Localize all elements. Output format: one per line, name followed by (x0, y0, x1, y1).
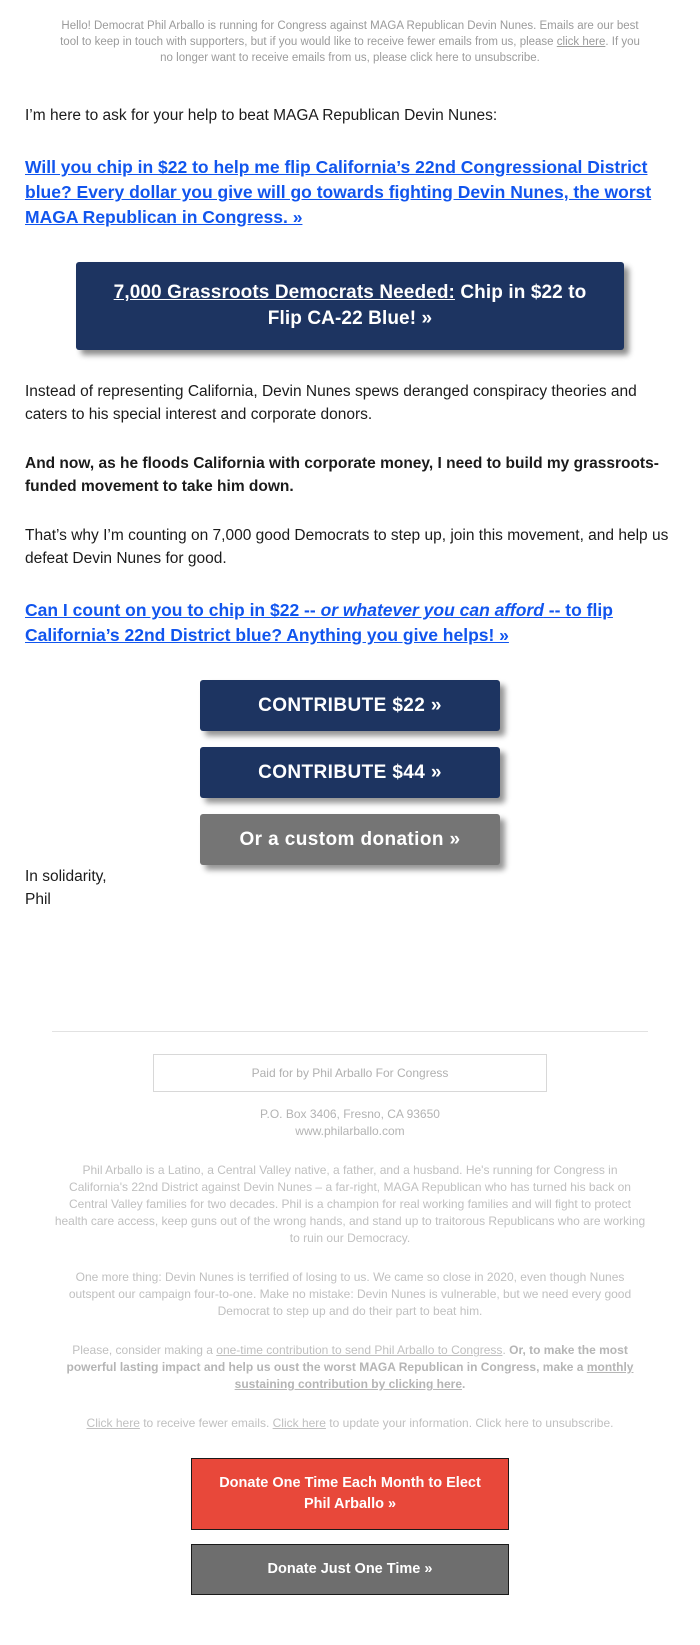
count-on-you-link[interactable]: Can I count on you to chip in $22 -- or … (25, 598, 675, 648)
custom-donation-button[interactable]: Or a custom donation » (200, 814, 500, 865)
update-information-link[interactable]: Click here (273, 1416, 326, 1430)
preference-links-paragraph: Click here to receive fewer emails. Clic… (52, 1415, 648, 1432)
contribute-22-button[interactable]: CONTRIBUTE $22 » (200, 680, 500, 731)
one-time-contribution-link[interactable]: one-time contribution to send Phil Arbal… (216, 1343, 502, 1357)
footer-divider (52, 1031, 648, 1032)
count-on-you-link-italic: or whatever you can afford (320, 600, 544, 620)
count-on-you-link-part-1: Can I count on you to chip in $22 -- (25, 600, 321, 620)
email-footer: Paid for by Phil Arballo For Congress P.… (0, 1054, 700, 1621)
fewer-emails-link[interactable]: Click here (87, 1416, 140, 1430)
one-more-thing-paragraph: One more thing: Devin Nunes is terrified… (68, 1270, 632, 1318)
intro-paragraph: I’m here to ask for your help to beat MA… (25, 107, 498, 124)
preheader-click-here-link[interactable]: click here (557, 36, 606, 48)
street-address: P.O. Box 3406, Fresno, CA 93650 (260, 1107, 440, 1121)
cta-underlined-text: 7,000 Grassroots Democrats Needed: (113, 282, 455, 303)
contribution-ask-paragraph: Please, consider making a one-time contr… (52, 1342, 648, 1393)
website-address: www.philarballo.com (295, 1124, 405, 1138)
preheader-text: Hello! Democrat Phil Arballo is running … (0, 0, 700, 66)
contribute-44-button[interactable]: CONTRIBUTE $44 » (200, 747, 500, 798)
chip-in-22-link[interactable]: Will you chip in $22 to help me flip Cal… (25, 155, 675, 230)
signoff-text: In solidarity, (25, 868, 107, 885)
signoff-name: Phil (25, 891, 51, 908)
email-main-content: I’m here to ask for your help to beat MA… (0, 104, 700, 911)
donate-monthly-button[interactable]: Donate One Time Each Month to Elect Phil… (191, 1458, 509, 1530)
donate-one-time-button[interactable]: Donate Just One Time » (191, 1544, 509, 1595)
footer-button-stack: Donate One Time Each Month to Elect Phil… (52, 1458, 648, 1595)
paragraph-3: That’s why I’m counting on 7,000 good De… (25, 527, 669, 567)
ask-text-1: Please, consider making a (72, 1343, 217, 1357)
paragraph-1: Instead of representing California, Devi… (25, 383, 637, 423)
preheader-text-part-1: Hello! Democrat Phil Arballo is running … (60, 20, 639, 48)
email-body: Hello! Democrat Phil Arballo is running … (0, 0, 700, 1621)
links-text-2: to update your information. Click here t… (325, 1416, 614, 1430)
paid-for-disclaimer-box: Paid for by Phil Arballo For Congress (153, 1054, 547, 1092)
primary-cta-row: 7,000 Grassroots Democrats Needed: Chip … (25, 262, 675, 350)
mailing-address-block: P.O. Box 3406, Fresno, CA 93650 www.phil… (52, 1106, 648, 1140)
grassroots-democrats-cta-button[interactable]: 7,000 Grassroots Democrats Needed: Chip … (76, 262, 624, 350)
links-text-1: to receive fewer emails. (139, 1416, 273, 1430)
ask-text-3: . (462, 1377, 466, 1391)
candidate-bio-paragraph: Phil Arballo is a Latino, a Central Vall… (54, 1163, 646, 1245)
paragraph-2-bold: And now, as he floods California with co… (25, 455, 659, 495)
donate-button-stack: CONTRIBUTE $22 » CONTRIBUTE $44 » Or a c… (25, 680, 675, 865)
